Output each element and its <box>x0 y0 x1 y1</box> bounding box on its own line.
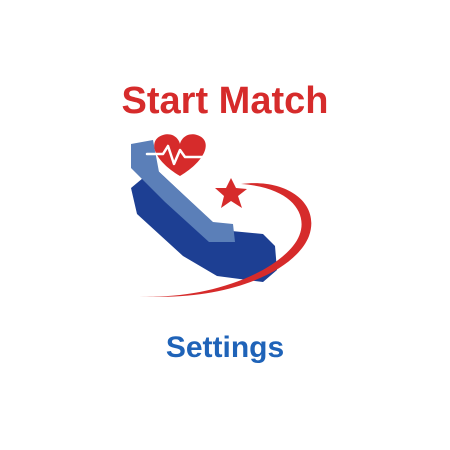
start-match-button[interactable]: Start Match <box>0 74 450 128</box>
settings-button[interactable]: Settings <box>0 326 450 370</box>
main-menu-screen: Start Match Settings <box>0 0 450 450</box>
game-logo <box>125 130 335 312</box>
star-icon <box>215 178 247 208</box>
